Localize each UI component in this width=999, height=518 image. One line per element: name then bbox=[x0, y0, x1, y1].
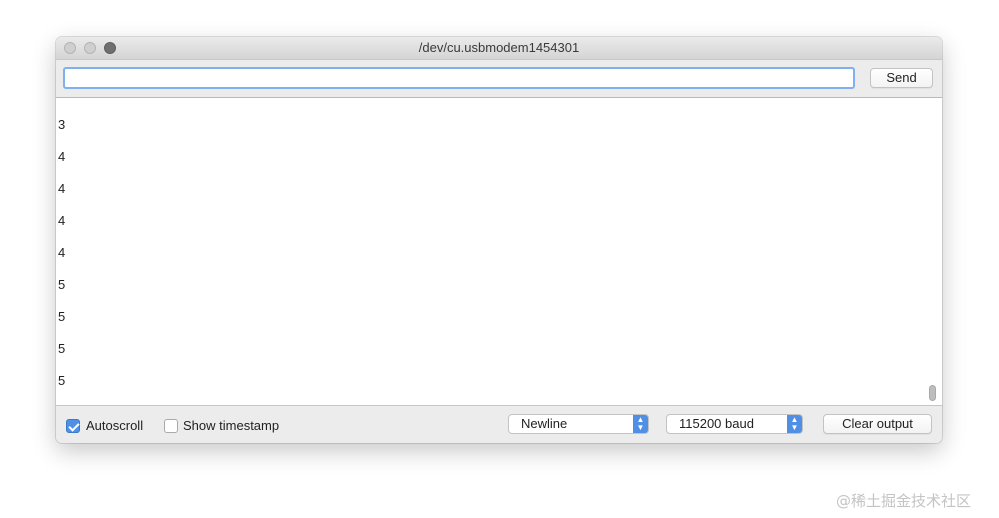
line-ending-value: Newline bbox=[521, 416, 568, 431]
send-button[interactable]: Send bbox=[870, 68, 933, 88]
clear-output-button[interactable]: Clear output bbox=[823, 414, 932, 434]
line-ending-select[interactable]: Newline ▲ ▼ bbox=[508, 414, 649, 434]
serial-monitor-window: /dev/cu.usbmodem1454301 Send 3 4 4 4 4 5… bbox=[56, 37, 942, 443]
watermark-text: @稀土掘金技术社区 bbox=[836, 492, 972, 510]
autoscroll-checkbox[interactable] bbox=[66, 419, 80, 433]
baud-rate-value: 115200 baud bbox=[679, 416, 754, 431]
output-line: 4 bbox=[58, 149, 66, 164]
show-timestamp-checkbox[interactable] bbox=[164, 419, 178, 433]
output-line: 5 bbox=[58, 309, 66, 324]
vertical-scrollbar-thumb[interactable] bbox=[929, 385, 936, 401]
window-title: /dev/cu.usbmodem1454301 bbox=[418, 40, 580, 55]
select-arrows-icon: ▲ ▼ bbox=[633, 415, 648, 433]
input-toolbar: Send bbox=[56, 60, 942, 98]
output-line: 5 bbox=[58, 373, 66, 388]
output-line: 4 bbox=[58, 245, 66, 260]
options-bar: Autoscroll Show timestamp Newline ▲ ▼ 115… bbox=[56, 406, 942, 443]
show-timestamp-label[interactable]: Show timestamp bbox=[183, 418, 279, 434]
baud-rate-select[interactable]: 115200 baud ▲ ▼ bbox=[666, 414, 803, 434]
output-line: 3 bbox=[58, 117, 66, 132]
select-arrows-icon: ▲ ▼ bbox=[787, 415, 802, 433]
output-line: 5 bbox=[58, 341, 66, 356]
output-line: 4 bbox=[58, 181, 66, 196]
title-bar[interactable]: /dev/cu.usbmodem1454301 bbox=[56, 37, 942, 60]
output-line: 5 bbox=[58, 277, 66, 292]
serial-input[interactable] bbox=[63, 67, 855, 89]
output-line: 4 bbox=[58, 213, 66, 228]
autoscroll-label[interactable]: Autoscroll bbox=[86, 418, 143, 434]
serial-output[interactable]: 3 4 4 4 4 5 5 5 5 bbox=[56, 98, 942, 406]
